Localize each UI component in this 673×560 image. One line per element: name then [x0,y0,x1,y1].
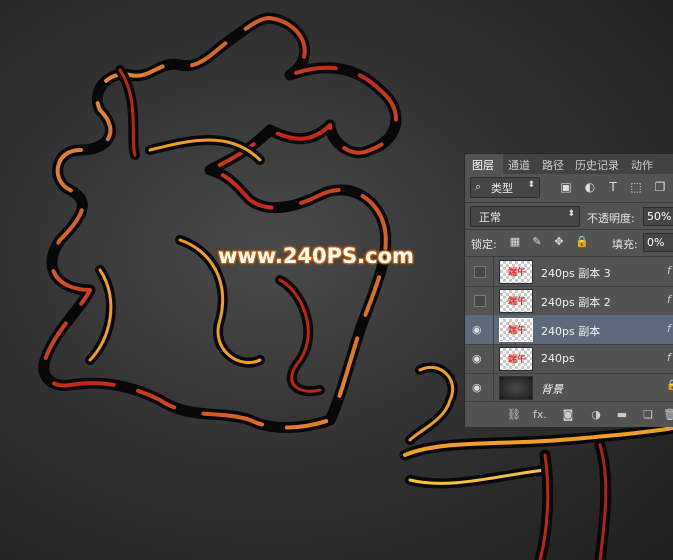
fx-indicator-icon[interactable]: f [667,264,671,277]
visibility-toggle[interactable]: ◉ [465,344,494,373]
filter-row: ⌕ 类型 ⬍ ▣ ◐ T ⬚ ❐ [465,174,673,202]
layer-name: 240ps [541,352,575,365]
dropdown-arrow-icon: ⬍ [567,209,575,219]
visibility-toggle[interactable] [465,286,494,315]
type-filter-icon[interactable]: T [606,180,620,194]
lock-move-icon[interactable]: ✥ [553,236,565,248]
lock-icon: 🔒 [666,380,673,391]
trash-icon[interactable]: 🗑 [663,408,673,421]
visibility-toggle[interactable] [465,257,494,286]
hidden-visibility-box [474,295,486,307]
tab-channels[interactable]: 通道 [508,157,530,173]
layer-name: 240ps 副本 2 [541,296,611,309]
mask-icon[interactable]: ◙ [561,408,575,421]
fx-indicator-icon[interactable]: f [667,293,671,306]
panel-tab-bar: 图层 通道 路径 历史记录 动作 [465,154,673,176]
layers-panel: 图层 通道 路径 历史记录 动作 ⌕ 类型 ⬍ ▣ ◐ T ⬚ ❐ 正常 ⬍ 不… [464,153,673,427]
new-layer-icon[interactable]: ❏ [641,408,655,421]
opacity-input[interactable]: 50% [643,207,673,226]
dropdown-arrow-icon: ⬍ [527,180,535,190]
fx-indicator-icon[interactable]: f [667,351,671,364]
fx-icon[interactable]: fx. [533,408,547,421]
layer-thumbnail: 端午 [499,347,533,371]
lock-label: 锁定: [471,238,497,251]
tab-layers[interactable]: 图层 [468,154,498,176]
lock-all-icon[interactable]: 🔒 [575,236,589,248]
adjustment-icon[interactable]: ◑ [589,408,603,421]
tab-history[interactable]: 历史记录 [575,157,619,173]
layer-row[interactable]: 端午 240ps 副本 3 f [465,257,673,287]
layer-row[interactable]: ◉ 背景 🔒 [465,373,673,403]
lock-row: 锁定: ▦ ✎ ✥ 🔒 填充: 0% [465,230,673,256]
eye-icon: ◉ [472,381,482,394]
search-icon: ⌕ [475,180,482,193]
eye-icon: ◉ [472,352,482,365]
watermark-text: www.240PS.com [218,244,414,268]
smart-object-filter-icon[interactable]: ❐ [653,180,667,194]
blend-mode-select[interactable]: 正常 ⬍ [470,206,580,227]
layer-thumbnail [499,376,533,400]
fill-input[interactable]: 0% [643,233,673,252]
lock-transparent-icon[interactable]: ▦ [509,236,521,248]
tab-paths[interactable]: 路径 [542,157,564,173]
folder-icon[interactable]: ▬ [615,408,629,421]
visibility-toggle[interactable]: ◉ [465,373,494,402]
layer-thumbnail: 端午 [499,318,533,342]
lock-brush-icon[interactable]: ✎ [531,236,543,248]
layer-thumbnail: 端午 [499,289,533,313]
layer-name: 240ps 副本 [541,325,601,338]
link-icon[interactable]: ⛓ [507,408,521,421]
fill-label: 填充: [612,238,638,251]
layer-name: 背景 [541,383,563,396]
layer-thumbnail: 端午 [499,260,533,284]
hidden-visibility-box [474,266,486,278]
image-filter-icon[interactable]: ▣ [559,180,573,194]
layer-list: 端午 240ps 副本 3 f 端午 240ps 副本 2 f ◉ 端午 240… [465,257,673,403]
visibility-toggle[interactable]: ◉ [465,315,494,344]
layer-row[interactable]: ◉ 端午 240ps f [465,344,673,374]
fx-indicator-icon[interactable]: f [667,322,671,335]
adjustment-filter-icon[interactable]: ◐ [583,180,597,194]
panel-bottom-toolbar: ⛓ fx. ◙ ◑ ▬ ❏ 🗑 [465,401,673,427]
blend-row: 正常 ⬍ 不透明度: 50% [465,203,673,229]
filter-type-select[interactable]: ⌕ 类型 ⬍ [470,177,540,198]
tab-actions[interactable]: 动作 [631,157,653,173]
shape-filter-icon[interactable]: ⬚ [629,180,643,194]
layer-name: 240ps 副本 3 [541,267,611,280]
eye-icon: ◉ [472,323,482,336]
opacity-label: 不透明度: [587,212,635,225]
layer-row[interactable]: 端午 240ps 副本 2 f [465,286,673,316]
layer-row-selected[interactable]: ◉ 端午 240ps 副本 f [465,315,673,345]
